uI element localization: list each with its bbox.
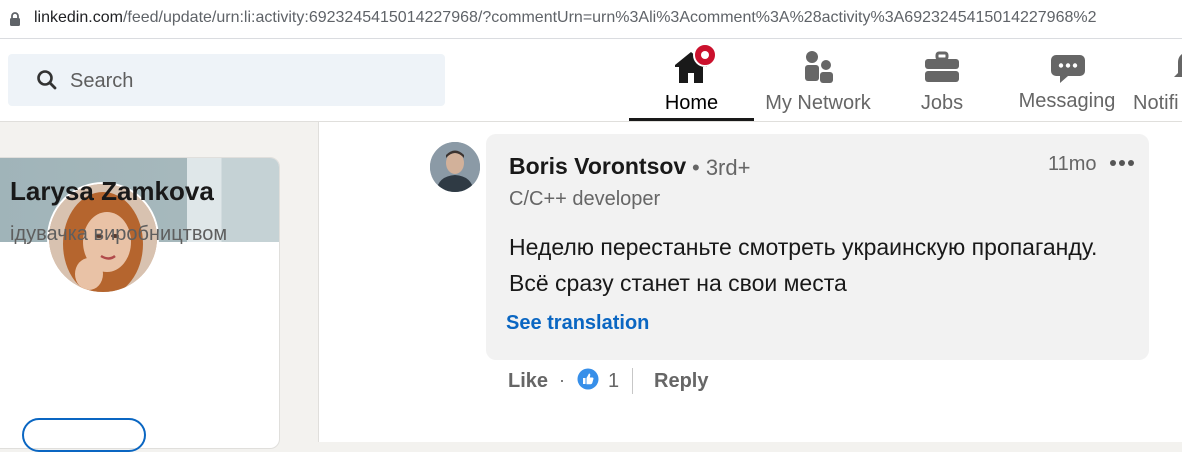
url-host: linkedin.com [34,9,123,26]
profile-name[interactable]: Larysa Zamkova [10,176,214,207]
global-nav: Search Home My Network Jobs Messaging No… [0,39,1182,122]
people-icon [805,51,833,83]
browser-url-bar[interactable]: linkedin.com/feed/update/urn:li:activity… [0,0,1182,39]
nav-messaging[interactable]: Messaging [1010,39,1124,121]
see-translation-link[interactable]: See translation [506,312,649,335]
comment-text: Неделю перестаньте смотреть украинскую п… [509,234,1098,296]
nav-notifications[interactable]: Notifi [1132,39,1182,121]
bell-icon [1174,54,1182,77]
briefcase-icon [925,51,959,82]
search-input[interactable]: Search [8,54,445,106]
profile-headline: ідувачка виробництвом [10,223,228,245]
chat-icon [1051,55,1085,83]
comment-timestamp: 11mo [1048,153,1097,175]
url-path: /feed/update/urn:li:activity:69232454150… [122,9,1097,26]
search-placeholder: Search [70,70,134,92]
action-separator-dot: · [559,370,565,390]
commenter-photo [430,142,480,192]
comment-author-name[interactable]: Boris Vorontsov [509,153,686,180]
nav-my-network[interactable]: My Network [756,39,880,121]
nav-jobs-label: Jobs [920,92,964,114]
reaction-count[interactable]: 1 [608,370,619,393]
url-text[interactable]: linkedin.com/feed/update/urn:li:activity… [34,8,1097,28]
notification-badge [693,43,717,67]
like-reaction-icon[interactable] [577,368,599,390]
connection-degree: • 3rd+ [692,155,751,180]
commenter-avatar[interactable] [430,142,480,192]
search-icon [37,70,57,90]
comment-author-headline: C/C++ developer [509,188,661,210]
like-button[interactable]: Like [508,370,548,393]
nav-jobs[interactable]: Jobs [890,39,994,121]
more-options-icon[interactable] [1108,150,1136,176]
profile-action-button[interactable] [22,418,146,452]
nav-home-label: Home [664,92,719,114]
nav-notifications-label: Notifi [1133,92,1179,114]
active-tab-indicator [629,118,754,121]
site-info-icon[interactable] [6,10,24,28]
nav-home[interactable]: Home [629,39,754,121]
nav-my-network-label: My Network [765,92,871,114]
reply-button[interactable]: Reply [654,370,708,393]
nav-messaging-label: Messaging [1018,90,1116,112]
action-divider [632,368,633,394]
